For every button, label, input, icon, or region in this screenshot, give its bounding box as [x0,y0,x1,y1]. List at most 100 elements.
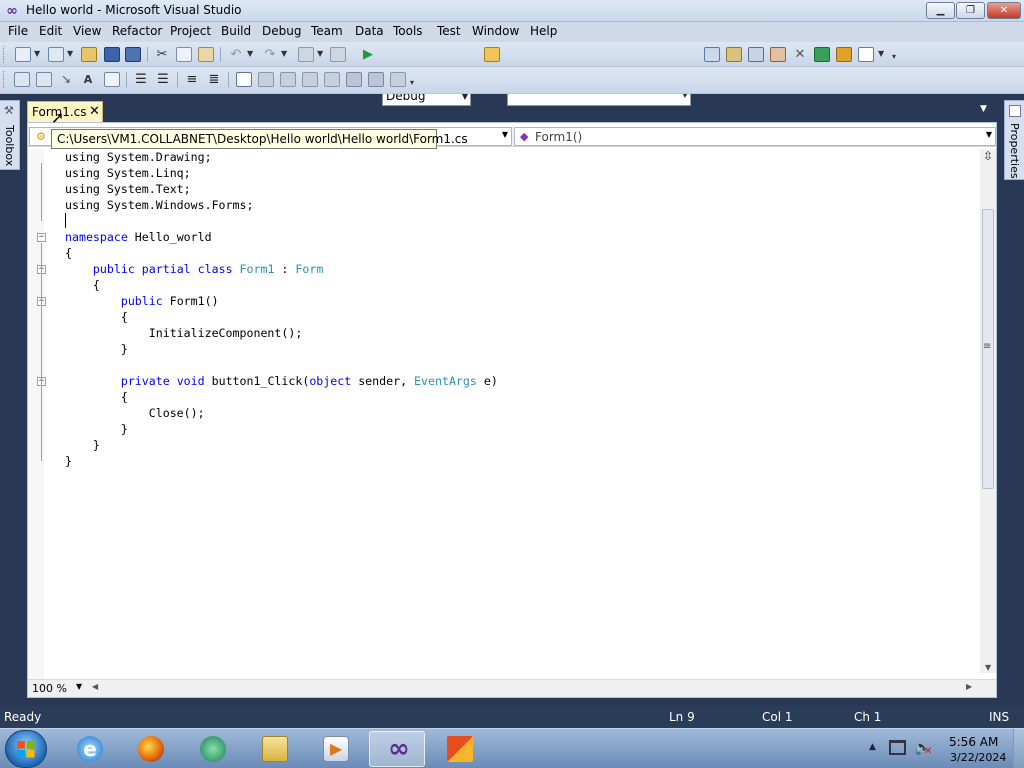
increase-indent-icon[interactable]: ☰ [155,72,171,87]
next-bookmark-icon[interactable] [280,72,296,87]
code-text-area[interactable]: using System.Drawing; using System.Linq; u… [45,149,979,669]
add-item-icon[interactable] [48,47,64,62]
menu-refactor[interactable]: Refactor [112,24,162,38]
previous-bookmark-icon[interactable] [258,72,274,87]
minimize-button[interactable]: ▁ [926,2,955,19]
properties-window-icon[interactable] [726,47,742,62]
find-in-files-icon[interactable] [484,47,500,62]
menu-test[interactable]: Test [437,24,461,38]
add-item-dropdown-icon[interactable]: ▼ [67,49,73,58]
restore-button[interactable]: ❐ [956,2,985,19]
toolbar-grip[interactable] [3,46,6,63]
menu-help[interactable]: Help [530,24,557,38]
previous-bookmark-in-folder-icon[interactable] [302,72,318,87]
close-button[interactable]: ✕ [987,2,1021,19]
toolbar-overflow-icon[interactable]: ▾ [410,78,414,87]
display-word-completion-icon[interactable]: A [80,72,96,87]
code-line[interactable]: } [65,453,72,469]
next-bookmark-in-folder-icon[interactable] [324,72,340,87]
save-all-icon[interactable] [125,47,141,62]
code-line[interactable]: { [65,245,72,261]
code-line[interactable]: { [65,309,128,325]
scroll-down-icon[interactable]: ▼ [985,663,991,672]
display-object-member-list-icon[interactable] [14,72,30,87]
next-bookmark-in-document-icon[interactable] [368,72,384,87]
vertical-scrollbar[interactable] [980,149,996,673]
code-line[interactable]: } [65,341,128,357]
code-line[interactable]: using System.Drawing; [65,149,212,165]
code-line[interactable]: { [65,277,100,293]
code-line[interactable]: using System.Windows.Forms; [65,197,253,213]
code-editor[interactable]: ⚙ ▼ ◆ Form1() ▼ −−−− using System.Drawin… [27,122,997,698]
cut-icon[interactable]: ✂ [154,47,170,62]
code-line[interactable]: public Form1() [65,293,219,309]
paste-icon[interactable] [198,47,214,62]
code-line[interactable]: using System.Linq; [65,165,191,181]
redo-icon[interactable]: ↷ [262,47,278,62]
taskbar-media-player[interactable]: ▶ [307,731,363,767]
uncomment-lines-icon[interactable]: ≣ [206,72,222,87]
menu-tools[interactable]: Tools [393,24,423,38]
active-files-dropdown-icon[interactable]: ▼ [980,104,987,114]
open-file-icon[interactable] [81,47,97,62]
taskbar-media-center[interactable] [184,731,240,767]
navigate-forward-icon[interactable] [330,47,346,62]
members-dropdown[interactable]: ◆ Form1() ▼ [514,127,996,146]
taskbar-internet-explorer[interactable]: e [61,731,117,767]
menu-file[interactable]: File [8,24,28,38]
start-page-icon[interactable] [814,47,830,62]
menu-data[interactable]: Data [355,24,384,38]
show-hidden-icons-icon[interactable]: ▲ [869,742,876,752]
toolbar-overflow-icon[interactable]: ▾ [892,52,896,61]
clear-bookmarks-icon[interactable] [390,72,406,87]
undo-icon[interactable]: ↶ [228,47,244,62]
redo-dropdown-icon[interactable]: ▼ [281,49,287,58]
display-parameter-info-icon[interactable] [36,72,52,87]
menu-window[interactable]: Window [472,24,519,38]
scroll-right-icon[interactable]: ▶ [966,682,972,691]
show-desktop-button[interactable] [1013,729,1024,768]
decrease-indent-icon[interactable]: ☰ [133,72,149,87]
start-button[interactable] [5,730,47,768]
new-project-dropdown-icon[interactable]: ▼ [34,49,40,58]
menu-view[interactable]: View [73,24,101,38]
taskbar-office[interactable] [431,731,487,767]
menu-build[interactable]: Build [221,24,251,38]
class-view-icon[interactable]: ✕ [792,47,808,62]
start-debugging-icon[interactable]: ▶ [360,47,376,62]
comment-out-lines-icon[interactable]: ≡ [184,72,200,87]
network-icon[interactable] [889,740,906,755]
code-line[interactable]: namespace Hello_world [65,229,212,245]
toolbox-tab[interactable]: ⚒ Toolbox [0,100,20,170]
document-tab-form1[interactable]: Form1.cs ✕ [27,101,103,122]
object-browser-icon[interactable] [748,47,764,62]
clock-time[interactable]: 5:56 AM [949,735,998,749]
clock-date[interactable]: 3/22/2024 [950,751,1006,764]
code-line[interactable]: Close(); [65,405,205,421]
undo-dropdown-icon[interactable]: ▼ [247,49,253,58]
bookmark-icon[interactable] [104,72,120,87]
solution-explorer-icon[interactable] [704,47,720,62]
save-icon[interactable] [104,47,120,62]
code-line[interactable]: InitializeComponent(); [65,325,303,341]
code-line[interactable]: { [65,389,128,405]
menu-edit[interactable]: Edit [39,24,62,38]
taskbar-file-explorer[interactable] [246,731,302,767]
code-line[interactable]: } [65,437,100,453]
chevron-down-icon[interactable]: ▼ [76,682,82,691]
command-window-dropdown-icon[interactable]: ▼ [878,49,884,58]
menu-project[interactable]: Project [170,24,211,38]
close-tab-icon[interactable]: ✕ [89,104,100,119]
previous-bookmark-in-document-icon[interactable] [346,72,362,87]
new-project-icon[interactable] [15,47,31,62]
toolbox-window-icon[interactable] [770,47,786,62]
scroll-left-icon[interactable]: ◀ [92,682,98,691]
code-line[interactable]: using System.Text; [65,181,191,197]
copy-icon[interactable] [176,47,192,62]
menu-team[interactable]: Team [311,24,343,38]
taskbar-visual-studio[interactable]: ∞ [369,731,425,767]
properties-tab[interactable]: Properties [1004,100,1024,180]
extension-manager-icon[interactable] [836,47,852,62]
code-line[interactable]: public partial class Form1 : Form [65,261,323,277]
display-quick-info-icon[interactable]: ↘ [58,72,74,87]
